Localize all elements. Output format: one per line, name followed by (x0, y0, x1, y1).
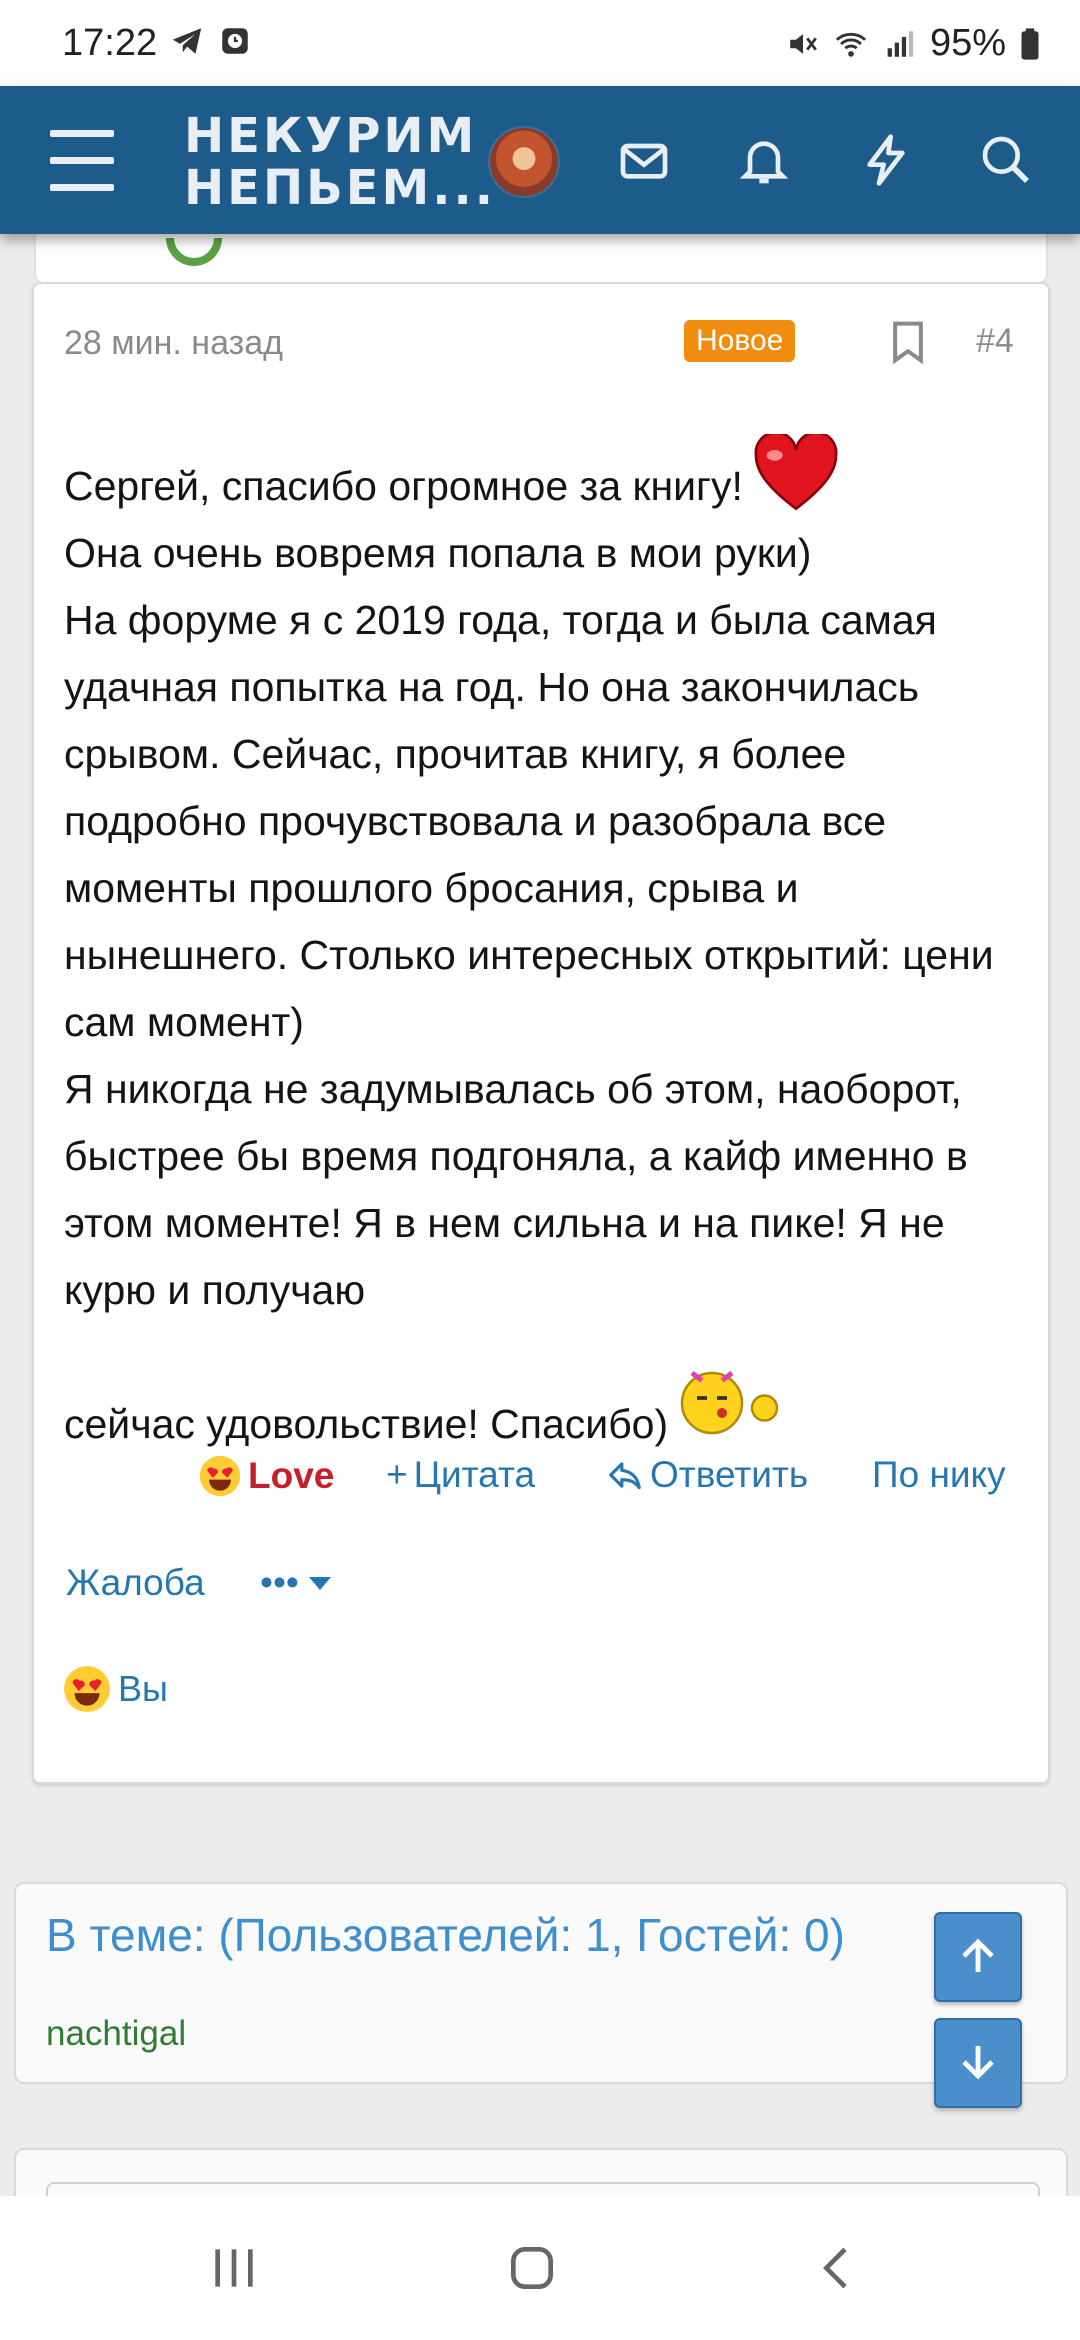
online-title: В теме: (Пользователей: 1, Гостей: 0) (46, 1909, 845, 1961)
post-number[interactable]: #4 (976, 322, 1014, 361)
wifi-icon (835, 32, 867, 57)
reaction-user[interactable]: Вы (118, 1668, 168, 1710)
heart-eyes-emoji-icon (199, 1455, 241, 1497)
recent-apps-icon[interactable] (206, 2240, 262, 2296)
love-button[interactable]: Love (198, 1454, 334, 1498)
logo-line-2: НЕПЬЕМ... (184, 160, 496, 216)
status-time: 17:22 (62, 22, 158, 64)
mail-icon[interactable] (616, 132, 672, 188)
post-paragraph: Сергей, спасибо огромное за книгу! (64, 434, 1024, 520)
system-nav-bar (0, 2196, 1080, 2340)
bell-icon[interactable] (736, 132, 792, 188)
telegram-icon (172, 28, 202, 54)
battery-icon (1021, 27, 1039, 60)
reply-button[interactable]: Ответить (606, 1454, 808, 1496)
home-icon[interactable] (504, 2240, 560, 2296)
status-bar: 17:22 95% (0, 0, 1080, 86)
post-card: 28 мин. назад Новое #4 Сергей, спасибо о… (32, 282, 1050, 1784)
arrow-up-icon (962, 1938, 994, 1972)
online-user-link[interactable]: nachtigal (46, 2014, 186, 2054)
lightning-icon[interactable] (858, 132, 914, 188)
by-nick-label: По нику (872, 1454, 1006, 1495)
chevron-down-icon (308, 1576, 331, 1590)
app-header: НЕКУРИМ НЕПЬЕМ... (0, 86, 1080, 234)
heart-emoji-icon (754, 434, 838, 511)
post-paragraph: Она очень вовремя попала в мои руки) (64, 530, 812, 576)
reactions-list[interactable]: Вы (62, 1664, 168, 1714)
by-nick-button[interactable]: По нику (872, 1454, 1006, 1496)
reaction-icon (166, 238, 222, 266)
bookmark-icon[interactable] (890, 320, 926, 364)
report-link[interactable]: Жалоба (66, 1562, 205, 1604)
new-badge: Новое (684, 320, 796, 362)
search-icon[interactable] (978, 132, 1034, 188)
scroll-up-button[interactable] (934, 1912, 1022, 2002)
arrow-down-icon (962, 2046, 994, 2080)
logo-line-1: НЕКУРИМ (184, 108, 478, 164)
quote-button[interactable]: + Цитата (386, 1454, 535, 1496)
post-paragraph: сейчас удовольствие! Спасибо) (64, 1358, 1024, 1458)
post-body: Сергей, спасибо огромное за книгу! Она о… (64, 434, 1024, 1458)
signal-icon (887, 30, 914, 57)
plus-icon: + (386, 1454, 408, 1495)
kiss-smiley-icon (680, 1371, 779, 1435)
scroll-down-button[interactable] (934, 2018, 1022, 2108)
online-users-block: В теме: (Пользователей: 1, Гостей: 0) na… (14, 1882, 1068, 2084)
alarm-icon (222, 28, 248, 54)
heart-eyes-emoji-icon (64, 1666, 110, 1712)
quote-label: Цитата (413, 1454, 536, 1495)
reply-label: Ответить (650, 1454, 809, 1495)
love-label: Love (248, 1455, 335, 1496)
menu-icon[interactable] (50, 130, 114, 191)
reply-icon (609, 1462, 641, 1490)
battery-percent: 95% (929, 22, 1006, 64)
post-paragraph: Я никогда не задумывалась об этом, наобо… (64, 1066, 968, 1313)
post-time[interactable]: 28 мин. назад (64, 324, 283, 363)
post-actions: Love + Цитата Ответить По нику (34, 1454, 1048, 1514)
mute-icon (790, 33, 817, 54)
back-icon[interactable] (810, 2240, 866, 2296)
site-logo[interactable]: НЕКУРИМ НЕПЬЕМ... (184, 110, 496, 214)
avatar[interactable] (488, 126, 560, 198)
more-dots-icon: ••• (260, 1562, 299, 1603)
more-menu-button[interactable]: ••• (260, 1562, 331, 1604)
post-paragraph: На форуме я с 2019 года, тогда и была са… (64, 597, 994, 1045)
